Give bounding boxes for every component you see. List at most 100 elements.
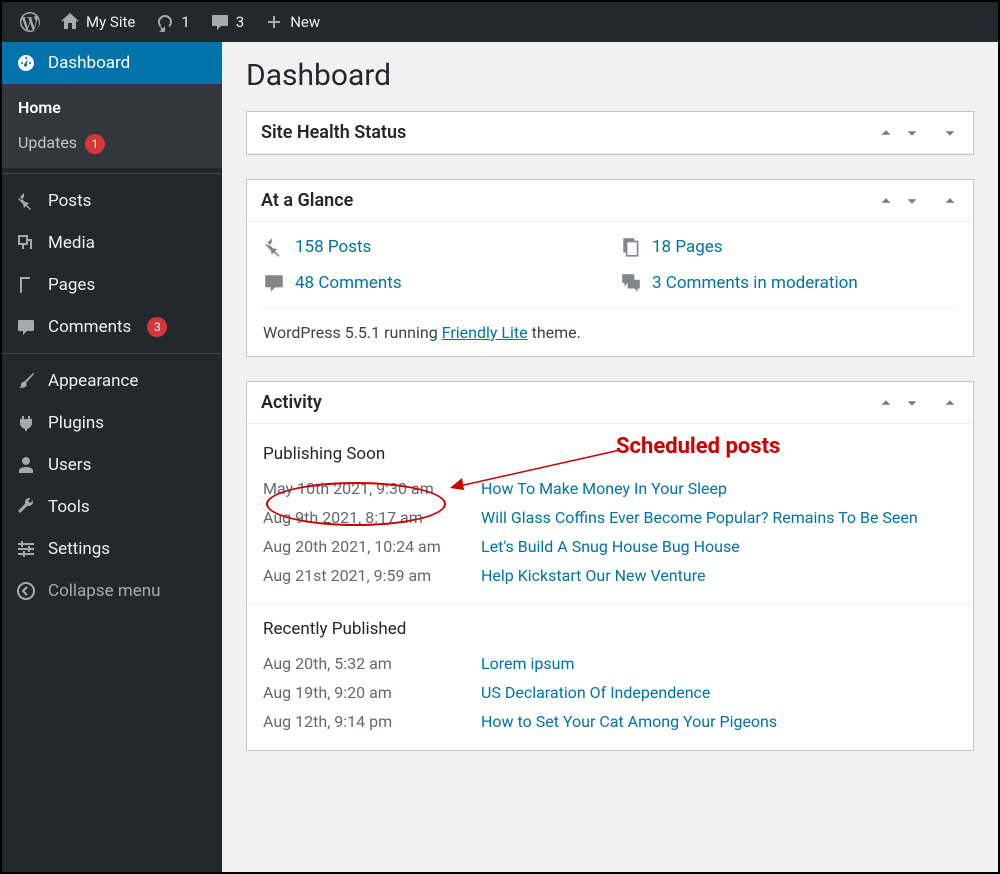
dashboard-icon (16, 53, 36, 73)
brush-icon (16, 371, 36, 391)
main-content: Dashboard Site Health Status At a Glance (222, 42, 998, 872)
comment-icon (263, 272, 285, 294)
toggle-icon[interactable] (941, 192, 959, 210)
pin-icon (16, 191, 36, 211)
menu-plugins[interactable]: Plugins (2, 402, 222, 444)
menu-separator (2, 348, 222, 354)
update-icon (155, 12, 175, 32)
activity-row: Aug 20th 2021, 10:24 am Let's Build A Snu… (263, 532, 957, 561)
activity-row: Aug 9th 2021, 8:17 am Will Glass Coffins … (263, 503, 957, 532)
plugin-icon (16, 413, 36, 433)
glance-posts: 158 Posts (263, 236, 600, 258)
activity-date: Aug 9th 2021, 8:17 am (263, 508, 463, 527)
admin-bar: My Site 1 3 New (2, 2, 998, 42)
version-info: WordPress 5.5.1 running Friendly Lite th… (263, 308, 957, 342)
menu-users[interactable]: Users (2, 444, 222, 486)
comments-link[interactable]: 48 Comments (295, 273, 402, 293)
home-icon (60, 12, 80, 32)
move-up-icon[interactable] (877, 394, 895, 412)
menu-comments[interactable]: Comments 3 (2, 306, 222, 348)
wrench-icon (16, 497, 36, 517)
comments-icon (620, 272, 642, 294)
toggle-icon[interactable] (941, 124, 959, 142)
publishing-soon-list: May 10th 2021, 9:30 am How To Make Money … (263, 474, 957, 590)
activity-row: Aug 19th, 9:20 am US Declaration Of Indep… (263, 678, 957, 707)
comment-icon (210, 12, 230, 32)
activity-post-link[interactable]: Let's Build A Snug House Bug House (481, 537, 957, 556)
menu-pages[interactable]: Pages (2, 264, 222, 306)
page-title: Dashboard (246, 58, 974, 93)
site-health-title: Site Health Status (261, 122, 406, 143)
media-icon (16, 233, 36, 253)
activity-post-link[interactable]: How To Make Money In Your Sleep (481, 479, 957, 498)
settings-icon (16, 539, 36, 559)
activity-date: Aug 21st 2021, 9:59 am (263, 566, 463, 585)
menu-appearance[interactable]: Appearance (2, 360, 222, 402)
updates-count: 1 (181, 13, 189, 31)
activity-date: Aug 20th, 5:32 am (263, 654, 463, 673)
menu-dashboard[interactable]: Dashboard (2, 42, 222, 84)
plus-icon (264, 12, 284, 32)
move-down-icon[interactable] (903, 394, 921, 412)
menu-posts[interactable]: Posts (2, 180, 222, 222)
pages-link[interactable]: 18 Pages (652, 237, 723, 257)
activity-date: Aug 12th, 9:14 pm (263, 712, 463, 731)
publishing-soon-title: Publishing Soon (263, 444, 957, 464)
menu-tools[interactable]: Tools (2, 486, 222, 528)
moderation-link[interactable]: 3 Comments in moderation (652, 273, 858, 293)
menu-settings[interactable]: Settings (2, 528, 222, 570)
move-up-icon[interactable] (877, 124, 895, 142)
activity-separator (247, 604, 973, 605)
activity-title: Activity (261, 392, 322, 413)
menu-separator (2, 168, 222, 174)
glance-title: At a Glance (261, 190, 353, 211)
admin-sidebar: Dashboard Home Updates 1 Posts Media Pag… (2, 42, 222, 872)
menu-media[interactable]: Media (2, 222, 222, 264)
collapse-menu[interactable]: Collapse menu (2, 570, 222, 612)
glance-pages: 18 Pages (620, 236, 957, 258)
activity-post-link[interactable]: How to Set Your Cat Among Your Pigeons (481, 712, 957, 731)
new-content-link[interactable]: New (254, 2, 330, 42)
updates-link[interactable]: 1 (145, 2, 199, 42)
recently-published-title: Recently Published (263, 619, 957, 639)
collapse-icon (16, 581, 36, 601)
activity-post-link[interactable]: US Declaration Of Independence (481, 683, 957, 702)
wordpress-icon (20, 12, 40, 32)
submenu-home[interactable]: Home (2, 90, 222, 125)
recently-published-list: Aug 20th, 5:32 am Lorem ipsum Aug 19th, 9:… (263, 649, 957, 736)
wp-logo[interactable] (10, 2, 50, 42)
comments-count: 3 (236, 13, 244, 31)
glance-comments: 48 Comments (263, 272, 600, 294)
activity-date: Aug 20th 2021, 10:24 am (263, 537, 463, 556)
at-a-glance-panel: At a Glance 158 Posts 18 Pages 48 (246, 179, 974, 357)
activity-date: May 10th 2021, 9:30 am (263, 479, 463, 498)
activity-row: Aug 12th, 9:14 pm How to Set Your Cat Amo… (263, 707, 957, 736)
new-label: New (290, 13, 320, 31)
activity-post-link[interactable]: Will Glass Coffins Ever Become Popular? … (481, 508, 957, 527)
activity-post-link[interactable]: Help Kickstart Our New Venture (481, 566, 957, 585)
activity-post-link[interactable]: Lorem ipsum (481, 654, 957, 673)
comments-badge: 3 (147, 317, 167, 337)
dashboard-submenu: Home Updates 1 (2, 84, 222, 168)
updates-badge: 1 (85, 134, 105, 154)
activity-panel: Activity Publishing Soon May 10th 2021, … (246, 381, 974, 751)
move-up-icon[interactable] (877, 192, 895, 210)
pages-icon (620, 236, 642, 258)
activity-row: May 10th 2021, 9:30 am How To Make Money … (263, 474, 957, 503)
site-name-link[interactable]: My Site (50, 2, 145, 42)
submenu-updates[interactable]: Updates 1 (2, 125, 222, 162)
theme-link[interactable]: Friendly Lite (442, 323, 528, 342)
pin-icon (263, 236, 285, 258)
activity-row: Aug 21st 2021, 9:59 am Help Kickstart Our… (263, 561, 957, 590)
posts-link[interactable]: 158 Posts (295, 237, 371, 257)
site-name: My Site (86, 13, 135, 31)
move-down-icon[interactable] (903, 124, 921, 142)
site-health-panel: Site Health Status (246, 111, 974, 155)
pages-icon (16, 275, 36, 295)
activity-date: Aug 19th, 9:20 am (263, 683, 463, 702)
move-down-icon[interactable] (903, 192, 921, 210)
comments-link[interactable]: 3 (200, 2, 254, 42)
comments-icon (16, 317, 36, 337)
user-icon (16, 455, 36, 475)
toggle-icon[interactable] (941, 394, 959, 412)
